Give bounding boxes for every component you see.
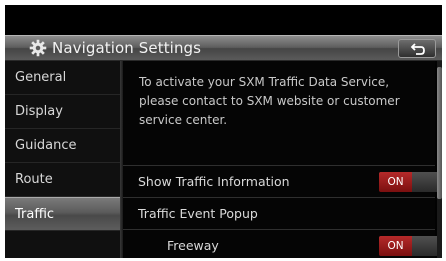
sidebar-item-display[interactable]: Display <box>5 95 120 129</box>
row-label: Freeway <box>167 238 219 253</box>
toggle-on-label: ON <box>379 236 412 256</box>
sidebar-item-label: Guidance <box>15 138 77 153</box>
sidebar-item-label: General <box>15 70 67 85</box>
traffic-event-popup-row: Traffic Event Popup <box>123 197 435 229</box>
page-title: Navigation Settings <box>52 39 202 57</box>
freeway-row[interactable]: Freeway ON <box>123 229 442 258</box>
row-label: Show Traffic Information <box>138 174 290 189</box>
sidebar-item-label: Route <box>15 172 53 187</box>
sidebar-item-guidance[interactable]: Guidance <box>5 129 120 163</box>
nav-settings-screen: Navigation Settings General Display Guid… <box>5 5 442 258</box>
title-bar: Navigation Settings <box>5 35 442 61</box>
traffic-settings-panel: To activate your SXM Traffic Data Servic… <box>123 61 442 258</box>
row-label: Traffic Event Popup <box>138 206 258 221</box>
freeway-toggle[interactable]: ON <box>379 236 442 256</box>
show-traffic-info-row[interactable]: Show Traffic Information ON <box>123 165 442 197</box>
back-button[interactable] <box>398 39 436 58</box>
sidebar-item-traffic[interactable]: Traffic <box>5 197 120 231</box>
sidebar-item-general[interactable]: General <box>5 61 120 95</box>
scrollbar-thumb[interactable] <box>437 67 442 199</box>
sidebar-item-label: Display <box>15 104 63 119</box>
sidebar-item-label: Traffic <box>15 207 55 222</box>
top-black-bar <box>5 5 442 35</box>
show-traffic-info-toggle[interactable]: ON <box>379 172 442 192</box>
gear-icon <box>29 39 47 57</box>
sidebar-item-route[interactable]: Route <box>5 163 120 197</box>
scrollbar[interactable] <box>437 61 442 258</box>
toggle-on-label: ON <box>379 172 412 192</box>
sxm-info-text: To activate your SXM Traffic Data Servic… <box>139 75 400 127</box>
back-arrow-icon <box>410 43 425 55</box>
settings-sidebar: General Display Guidance Route Traffic <box>5 61 120 258</box>
